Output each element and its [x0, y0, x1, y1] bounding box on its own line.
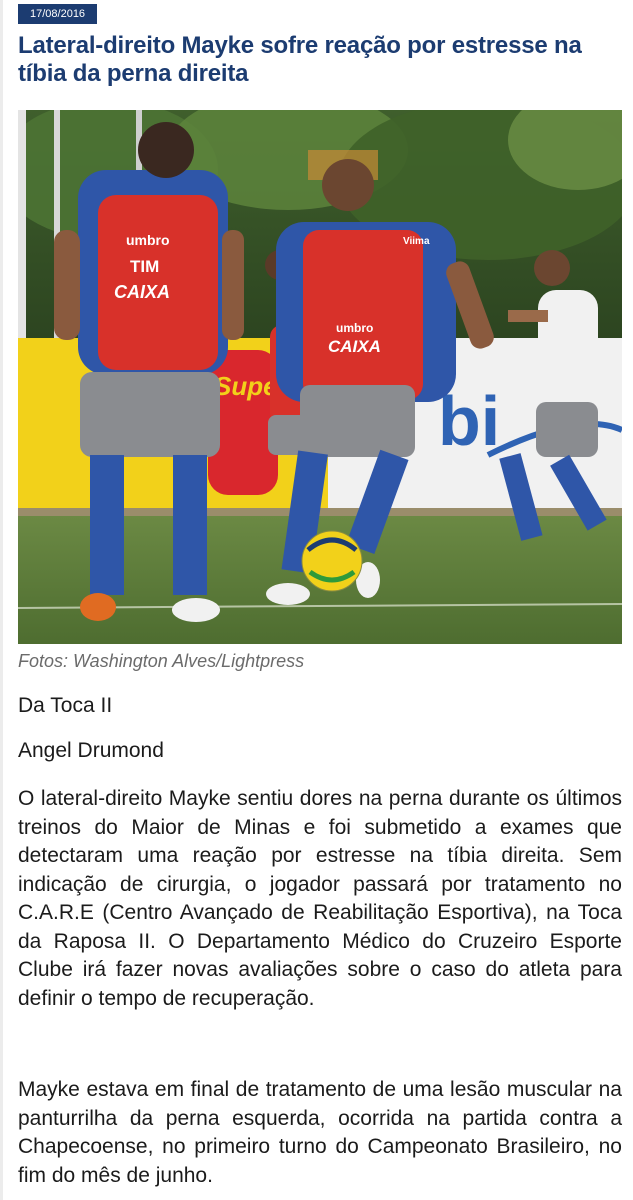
article-photo[interactable]: Super bi umbro TIM CAIXA umbro CAIXA Vii…: [18, 110, 622, 644]
date-badge: 17/08/2016: [18, 4, 98, 24]
article-paragraph: Mayke estava em final de tratamento de u…: [18, 1078, 622, 1187]
bib-text-umbro: umbro: [126, 232, 170, 248]
svg-text:umbro: umbro: [336, 321, 373, 335]
article-page: 17/08/2016 Lateral-direito Mayke sofre r…: [0, 0, 633, 1200]
soccer-ball: [301, 530, 363, 592]
article-location: Da Toca II: [18, 694, 113, 717]
photo-credit: Fotos: Washington Alves/Lightpress: [18, 651, 305, 671]
training-photo-illustration: Super bi umbro TIM CAIXA umbro CAIXA Vii…: [18, 110, 622, 644]
svg-text:CAIXA: CAIXA: [328, 337, 381, 356]
bib-text-caixa: CAIXA: [114, 282, 170, 302]
article-paragraph: O lateral-direito Mayke sentiu dores na …: [18, 787, 622, 1010]
article-author: Angel Drumond: [18, 739, 164, 762]
article-headline: Lateral-direito Mayke sofre reação por e…: [18, 32, 582, 87]
bib-text-viima: Viima: [403, 236, 430, 247]
page-border: [0, 0, 3, 1200]
bib-text-tim: TIM: [130, 257, 159, 276]
